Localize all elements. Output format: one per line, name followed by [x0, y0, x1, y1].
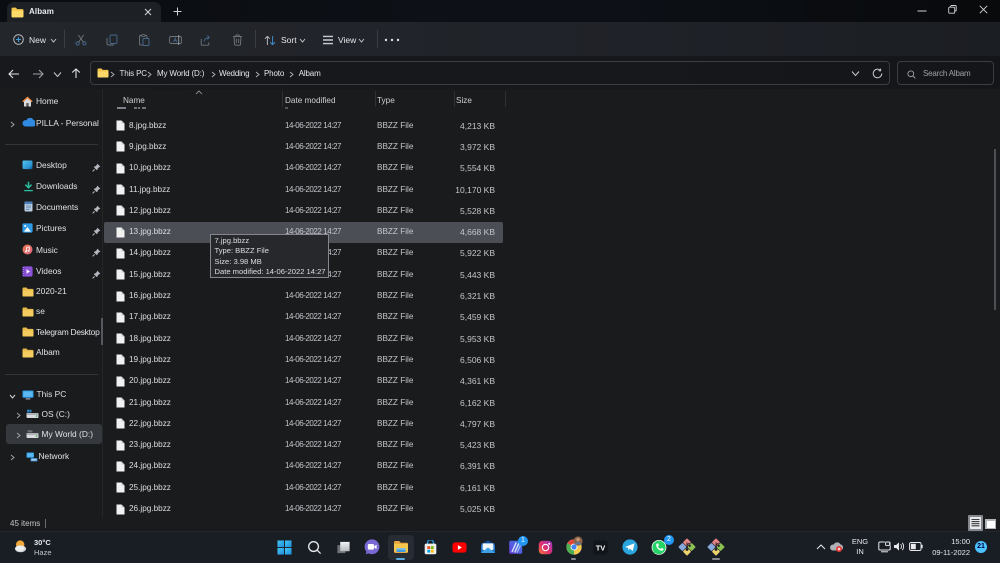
- svg-text:TV: TV: [596, 543, 606, 552]
